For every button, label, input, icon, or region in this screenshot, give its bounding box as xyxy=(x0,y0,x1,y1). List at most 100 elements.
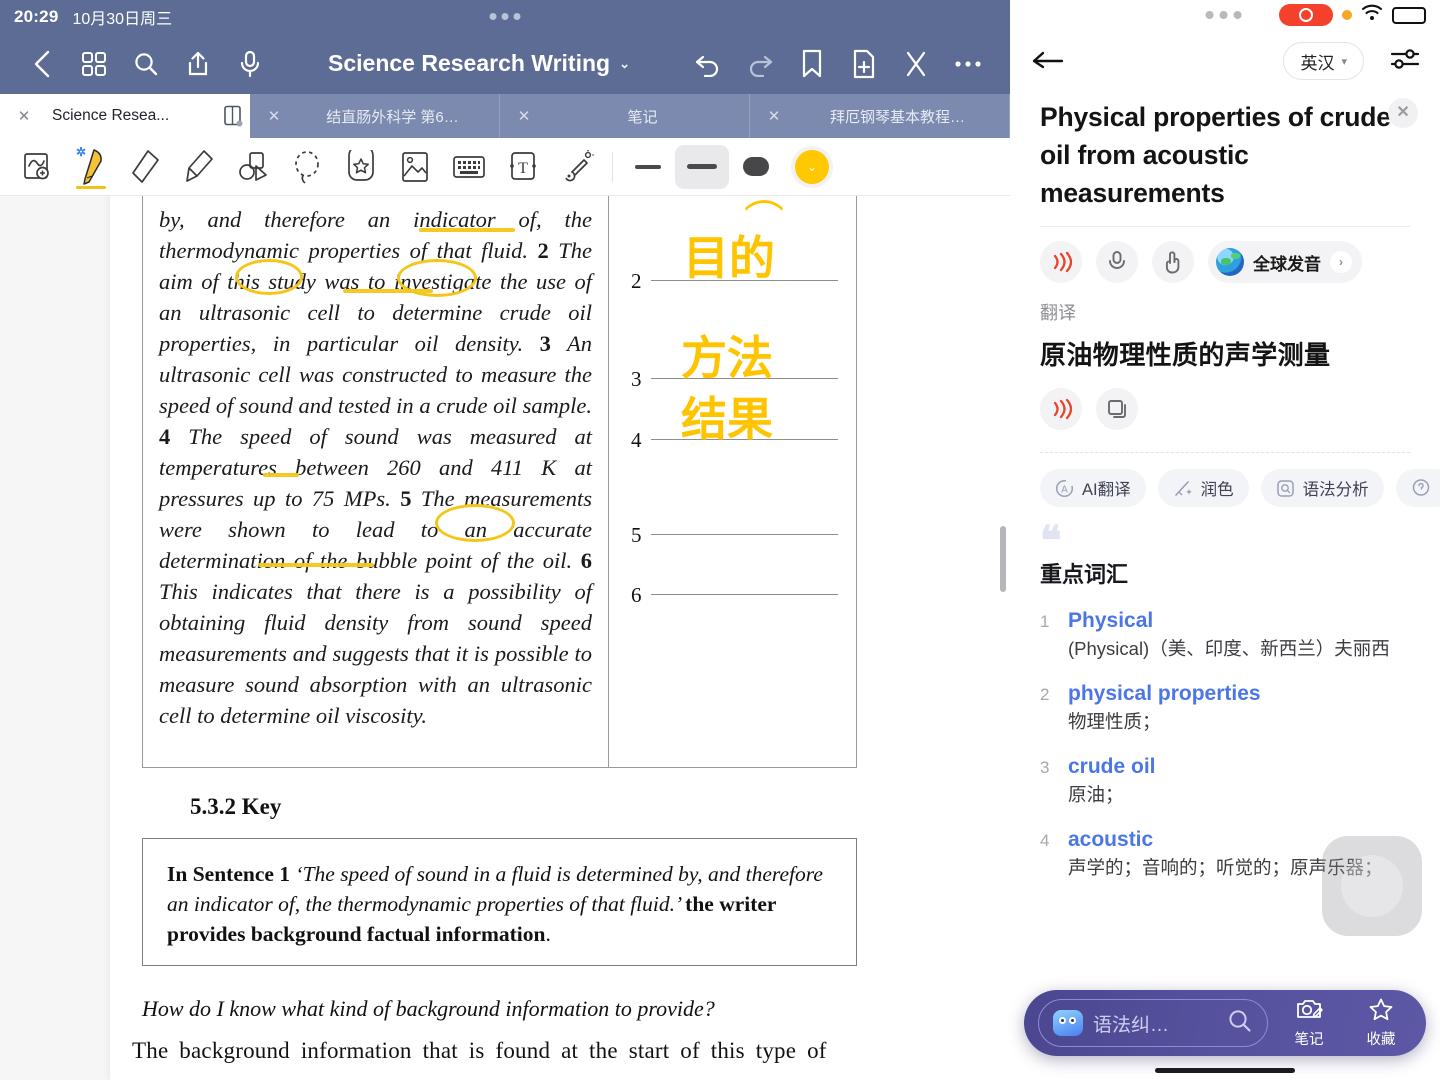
favorite-button[interactable]: 收藏 xyxy=(1350,997,1412,1049)
add-page-icon[interactable] xyxy=(840,40,888,88)
blank-line[interactable] xyxy=(651,534,838,535)
undo-icon[interactable] xyxy=(684,40,732,88)
stroke-thin-button[interactable] xyxy=(621,145,675,189)
blank-line[interactable] xyxy=(651,594,838,595)
copy-icon[interactable] xyxy=(1096,388,1138,430)
grammar-search-input[interactable]: 语法纠… xyxy=(1038,999,1268,1047)
tab-close-icon[interactable]: ✕ xyxy=(0,107,48,125)
share-icon[interactable] xyxy=(174,40,222,88)
shape-icon[interactable] xyxy=(226,143,280,191)
vocab-definition: 物理性质； xyxy=(1068,711,1161,732)
search-placeholder: 语法纠… xyxy=(1093,1014,1170,1036)
star-icon xyxy=(1368,997,1394,1026)
close-x-icon[interactable] xyxy=(892,40,940,88)
highlighter-icon[interactable] xyxy=(172,143,226,191)
vocab-item-1[interactable]: 1 Physical (Physical)（美、印度、新西兰）夫丽西 xyxy=(1040,609,1410,662)
exercise-text-column: by, and therefore an indicator of, the t… xyxy=(143,196,609,767)
speaker-icon[interactable] xyxy=(1040,241,1082,283)
sliders-icon[interactable] xyxy=(1390,46,1420,77)
tab-close-icon[interactable]: ✕ xyxy=(250,107,298,125)
vocab-word[interactable]: physical properties xyxy=(1068,682,1261,705)
vocab-word[interactable]: crude oil xyxy=(1068,755,1156,778)
blank-row-3[interactable]: 3 方法 xyxy=(631,333,838,391)
answer-blanks-column[interactable]: ⌒ 2 目的 3 方法 4 结果 5 6 xyxy=(609,196,856,767)
tab-label: 笔记 xyxy=(627,108,658,126)
chip-ai-translate[interactable]: A AI翻译 xyxy=(1040,469,1146,507)
lasso-zoom-icon[interactable] xyxy=(10,143,64,191)
lasso-select-icon[interactable] xyxy=(280,143,334,191)
search-icon[interactable] xyxy=(1227,1008,1253,1039)
keyboard-icon[interactable] xyxy=(442,143,496,191)
highlight-measured xyxy=(263,473,299,477)
language-pair-button[interactable]: 英汉 ▾ xyxy=(1283,42,1364,80)
tab-label: Science Resea... xyxy=(52,107,170,124)
text-box-icon[interactable]: T xyxy=(496,143,550,191)
bookmark-icon[interactable] xyxy=(788,40,836,88)
tab-science-research[interactable]: ✕ Science Resea... xyxy=(0,94,250,138)
circle-shown xyxy=(435,504,515,542)
back-arrow-icon[interactable] xyxy=(1030,47,1064,76)
chip-label: AI翻译 xyxy=(1082,481,1131,499)
note-button[interactable]: 笔记 xyxy=(1278,997,1340,1049)
vocab-word[interactable]: acoustic xyxy=(1068,828,1153,851)
page-title-group[interactable]: Science Research Writing ⌄ xyxy=(278,50,680,77)
tab-colorectal-surgery[interactable]: ✕ 结直肠外科学 第6… xyxy=(250,94,500,138)
vocab-number: 1 xyxy=(1040,612,1050,631)
redo-icon[interactable] xyxy=(736,40,784,88)
recording-indicator-icon xyxy=(1279,4,1333,26)
back-icon[interactable] xyxy=(18,40,66,88)
blank-number: 3 xyxy=(631,367,642,391)
stroke-medium-button[interactable] xyxy=(675,144,729,189)
translation-label: 翻译 xyxy=(1040,303,1076,323)
vocab-definition: (Physical)（美、印度、新西兰）夫丽西 xyxy=(1068,638,1390,659)
blank-row-5[interactable]: 5 xyxy=(631,523,838,547)
camera-note-icon xyxy=(1295,997,1323,1026)
more-icon[interactable] xyxy=(944,40,992,88)
vocab-number: 2 xyxy=(1040,685,1050,704)
grid-icon[interactable] xyxy=(70,40,118,88)
tab-notes[interactable]: ✕ 笔记 xyxy=(500,94,750,138)
tab-close-icon[interactable]: ✕ xyxy=(750,107,798,125)
sentence-num-4: 4 xyxy=(159,424,171,449)
blank-number: 4 xyxy=(631,428,642,452)
tab-piano-tutorial[interactable]: ✕ 拜厄钢琴基本教程… xyxy=(750,94,1010,138)
hand-tap-icon[interactable] xyxy=(1152,241,1194,283)
eraser-icon[interactable] xyxy=(118,143,172,191)
chip-grammar-analysis[interactable]: 语法分析 xyxy=(1260,469,1384,507)
close-icon[interactable]: ✕ xyxy=(1388,98,1418,128)
blank-row-2[interactable]: 2 目的 xyxy=(631,233,838,293)
mic-icon[interactable] xyxy=(1096,241,1138,283)
speaker-icon[interactable] xyxy=(1040,388,1082,430)
speech-question-icon xyxy=(1411,478,1431,498)
search-icon[interactable] xyxy=(122,40,170,88)
vocab-item-3[interactable]: 3 crude oil 原油； xyxy=(1040,755,1410,808)
stroke-thick-button[interactable] xyxy=(729,145,783,189)
chip-polish[interactable]: 润色 xyxy=(1157,469,1249,507)
document-scrollbar[interactable] xyxy=(1000,526,1006,592)
mic-icon[interactable] xyxy=(226,40,274,88)
image-icon[interactable] xyxy=(388,143,442,191)
blank-row-4[interactable]: 4 结果 xyxy=(631,394,838,452)
highlight-indicator xyxy=(419,228,515,232)
laser-pointer-icon[interactable] xyxy=(550,143,604,191)
color-picker-button[interactable]: ⌄ xyxy=(791,145,833,188)
vocab-word[interactable]: Physical xyxy=(1068,609,1153,632)
global-pronunciation-label: 全球发音 xyxy=(1253,254,1321,274)
blank-row-6[interactable]: 6 xyxy=(631,583,838,607)
sentence-num-6: 6 xyxy=(580,548,592,573)
document-viewport[interactable]: by, and therefore an indicator of, the t… xyxy=(0,196,1010,1080)
body-paragraph: The background information that is found… xyxy=(132,1038,827,1063)
svg-text:A: A xyxy=(1061,484,1068,495)
vocab-item-2[interactable]: 2 physical properties 物理性质； xyxy=(1040,682,1410,735)
chip-label: 语法分析 xyxy=(1302,481,1369,499)
pen-icon[interactable]: ✲ xyxy=(64,143,118,191)
translator-panel: 英汉 ▾ Physical properties of crude oil fr… xyxy=(1010,0,1440,1080)
book-split-icon[interactable] xyxy=(216,105,250,127)
tab-close-icon[interactable]: ✕ xyxy=(500,107,548,125)
global-pronunciation-button[interactable]: 全球发音 › xyxy=(1208,241,1362,283)
assistive-touch-button[interactable] xyxy=(1322,836,1422,936)
chip-partial[interactable] xyxy=(1395,469,1440,507)
chevron-down-icon: ⌄ xyxy=(619,55,630,71)
status-time: 20:29 xyxy=(14,6,59,26)
sticker-icon[interactable] xyxy=(334,143,388,191)
